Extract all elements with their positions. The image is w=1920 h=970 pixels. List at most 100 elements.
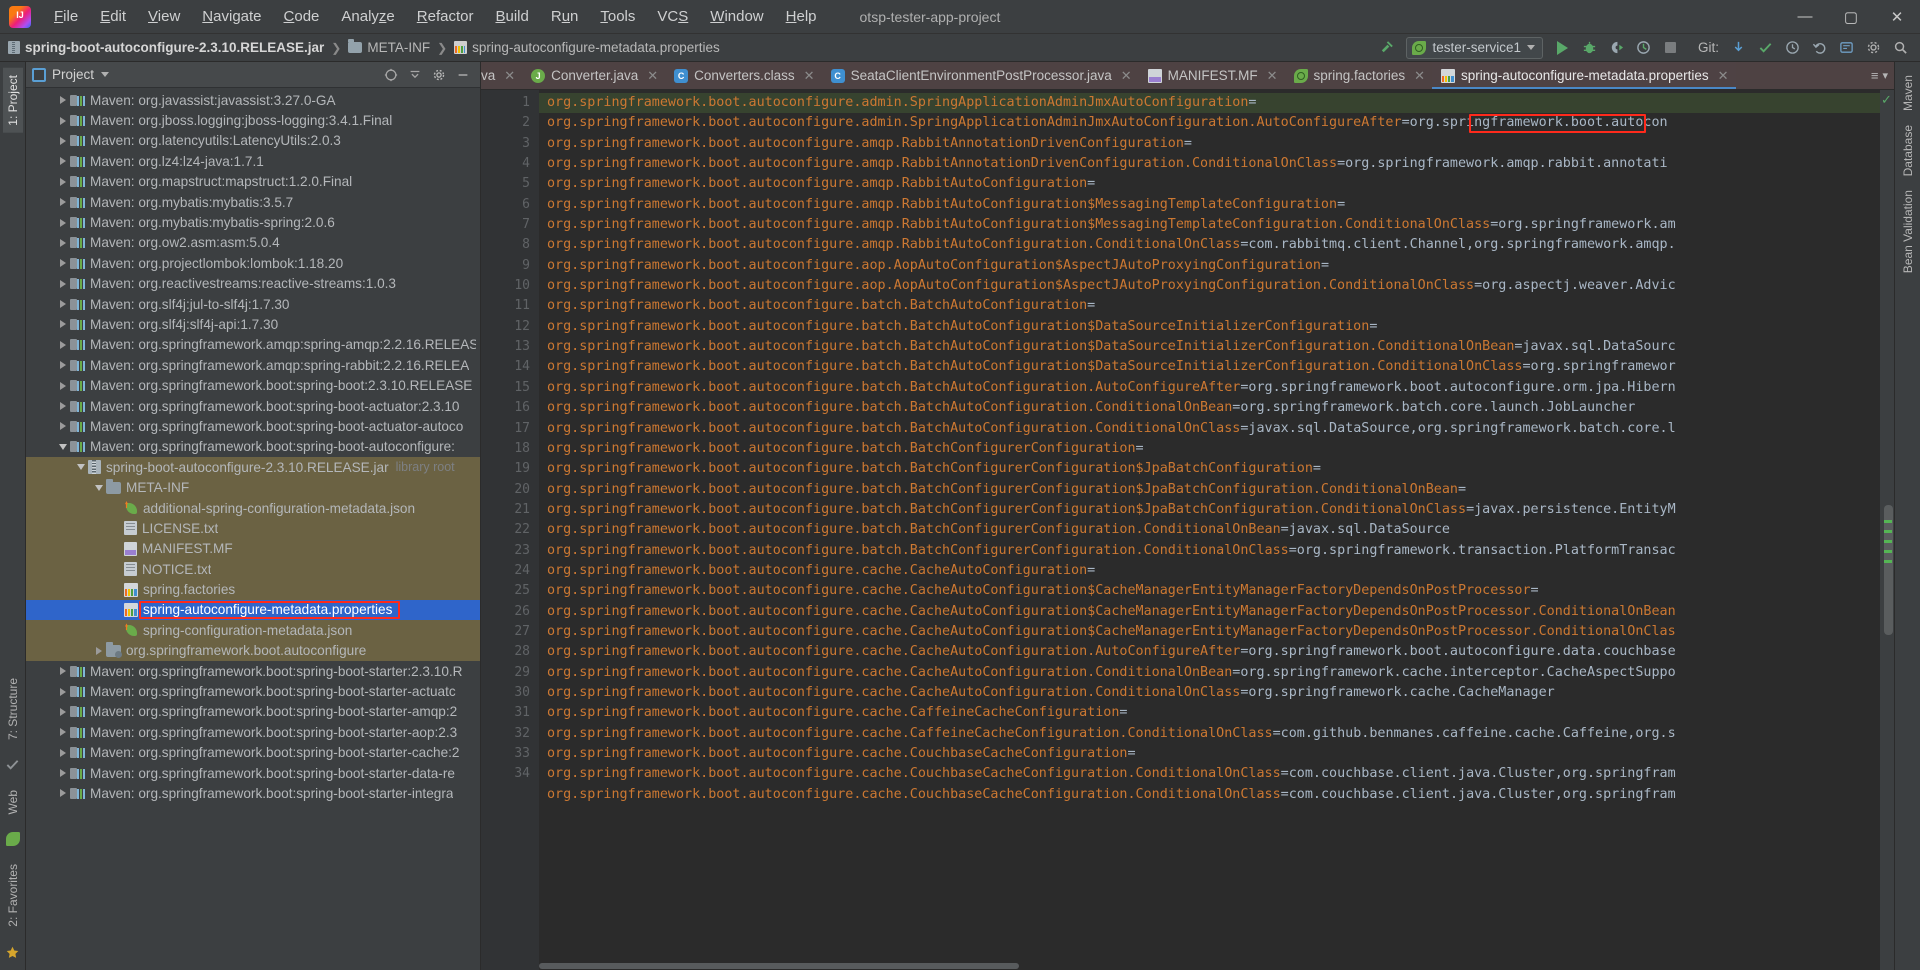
code-line[interactable]: org.springframework.boot.autoconfigure.b… [539, 296, 1880, 316]
tree-node[interactable]: spring.factories [26, 579, 480, 600]
code-line[interactable]: org.springframework.boot.autoconfigure.c… [539, 642, 1880, 662]
menu-edit[interactable]: Edit [89, 4, 137, 29]
tree-node[interactable]: Maven: org.slf4j:slf4j-api:1.7.30 [26, 314, 480, 334]
collapse-all-icon[interactable] [404, 64, 426, 86]
editor-tab[interactable]: Converter.java ✕ [522, 62, 665, 89]
breadcrumb-item-metainf[interactable]: META-INF [367, 40, 430, 55]
tree-node[interactable]: spring-autoconfigure-metadata.properties [26, 599, 480, 621]
code-line[interactable]: org.springframework.boot.autoconfigure.b… [539, 337, 1880, 357]
editor-tab[interactable]: MANIFEST.MF ✕ [1139, 62, 1285, 89]
vertical-scrollbar-thumb[interactable] [1884, 505, 1893, 635]
code-line[interactable]: org.springframework.boot.autoconfigure.a… [539, 256, 1880, 276]
chevron-right-icon[interactable] [56, 687, 70, 696]
code-line[interactable]: org.springframework.boot.autoconfigure.b… [539, 317, 1880, 337]
chevron-right-icon[interactable] [56, 361, 70, 370]
tree-node[interactable]: Maven: org.ow2.asm:asm:5.0.4 [26, 233, 480, 253]
tree-node[interactable]: spring-boot-autoconfigure-2.3.10.RELEASE… [26, 457, 480, 478]
hide-panel-icon[interactable] [452, 64, 474, 86]
tree-node[interactable]: spring-configuration-metadata.json [26, 620, 480, 641]
chevron-right-icon[interactable] [56, 279, 70, 288]
tree-node[interactable]: LICENSE.txt [26, 518, 480, 539]
code-line[interactable]: org.springframework.boot.autoconfigure.b… [539, 398, 1880, 418]
chevron-right-icon[interactable] [56, 136, 70, 145]
code-line[interactable]: org.springframework.boot.autoconfigure.c… [539, 703, 1880, 723]
settings-gear-icon[interactable] [1861, 37, 1885, 59]
chevron-right-icon[interactable] [56, 789, 70, 798]
code-line[interactable]: org.springframework.boot.autoconfigure.a… [539, 134, 1880, 154]
tree-node[interactable]: Maven: org.springframework.boot:spring-b… [26, 722, 480, 742]
chevron-down-icon[interactable] [92, 484, 106, 491]
chevron-right-icon[interactable] [56, 157, 70, 166]
close-icon[interactable]: ✕ [1414, 68, 1425, 84]
code-line[interactable]: org.springframework.boot.autoconfigure.a… [539, 93, 1880, 114]
spring-rail-icon[interactable] [3, 829, 23, 849]
commit-rail-icon[interactable] [3, 755, 23, 775]
tree-node[interactable]: Maven: org.mybatis:mybatis-spring:2.0.6 [26, 212, 480, 232]
tab-list-icon[interactable]: ≡ [1871, 68, 1879, 83]
code-line[interactable]: org.springframework.boot.autoconfigure.b… [539, 419, 1880, 439]
chevron-right-icon[interactable] [56, 198, 70, 207]
code-line[interactable]: org.springframework.boot.autoconfigure.c… [539, 663, 1880, 683]
code-editor[interactable]: 1 2 3 4 5 6 7 8 9 10 11 12 13 14 15 16 17 18 19 20 21 22 23 24 2… [481, 90, 1894, 970]
stop-button[interactable] [1659, 37, 1683, 59]
breadcrumb-item-jar[interactable]: spring-boot-autoconfigure-2.3.10.RELEASE… [25, 40, 324, 55]
menu-window[interactable]: Window [699, 4, 774, 29]
menu-code[interactable]: Code [273, 4, 331, 29]
menu-vcs[interactable]: VCS [646, 4, 699, 29]
horizontal-scrollbar-thumb[interactable] [539, 963, 1019, 969]
code-line[interactable]: org.springframework.boot.autoconfigure.a… [539, 215, 1880, 235]
breadcrumb-item-file[interactable]: spring-autoconfigure-metadata.properties [472, 40, 720, 55]
tree-node[interactable]: Maven: org.slf4j:jul-to-slf4j:1.7.30 [26, 294, 480, 314]
editor-tab-bar[interactable]: va✕Converter.java✕Converters.class✕Seata… [481, 62, 1894, 90]
chevron-right-icon[interactable] [56, 259, 70, 268]
chevron-right-icon[interactable] [56, 728, 70, 737]
menu-run[interactable]: Run [540, 4, 590, 29]
menu-navigate[interactable]: Navigate [191, 4, 272, 29]
tree-node[interactable]: META-INF [26, 477, 480, 498]
editor-tab[interactable]: spring-autoconfigure-metadata.properties… [1431, 62, 1736, 89]
close-icon[interactable]: ✕ [647, 68, 658, 84]
editor-tab[interactable]: SeataClientEnvironmentPostProcessor.java… [822, 62, 1139, 89]
search-icon[interactable] [1888, 37, 1912, 59]
git-rollback-icon[interactable] [1807, 37, 1831, 59]
tree-node[interactable]: Maven: org.springframework.boot:spring-b… [26, 743, 480, 763]
tree-node[interactable]: Maven: org.mybatis:mybatis:3.5.7 [26, 192, 480, 212]
chevron-right-icon[interactable] [56, 320, 70, 329]
code-line[interactable]: org.springframework.boot.autoconfigure.c… [539, 724, 1880, 744]
chevron-right-icon[interactable] [56, 402, 70, 411]
code-line[interactable]: org.springframework.boot.autoconfigure.a… [539, 195, 1880, 215]
sidebar-item-maven[interactable]: Maven [1898, 68, 1918, 118]
close-icon[interactable]: ✕ [1267, 68, 1278, 84]
code-line[interactable]: org.springframework.boot.autoconfigure.c… [539, 581, 1880, 601]
tree-node[interactable]: Maven: org.mapstruct:mapstruct:1.2.0.Fin… [26, 172, 480, 192]
close-icon[interactable]: ✕ [504, 68, 515, 84]
menu-view[interactable]: View [137, 4, 191, 29]
chevron-right-icon[interactable] [56, 340, 70, 349]
chevron-right-icon[interactable] [56, 96, 70, 105]
tree-node[interactable]: additional-spring-configuration-metadata… [26, 497, 480, 519]
chevron-right-icon[interactable] [56, 177, 70, 186]
chevron-right-icon[interactable] [56, 769, 70, 778]
project-tree[interactable]: Maven: org.javassist:javassist:3.27.0-GA… [26, 88, 480, 970]
chevron-right-icon[interactable] [56, 707, 70, 716]
code-line[interactable]: org.springframework.boot.autoconfigure.a… [539, 113, 1880, 133]
code-line[interactable]: org.springframework.boot.autoconfigure.a… [539, 154, 1880, 174]
editor-tab[interactable]: Converters.class ✕ [665, 62, 821, 89]
chevron-right-icon[interactable] [56, 422, 70, 431]
code-line[interactable]: org.springframework.boot.autoconfigure.b… [539, 459, 1880, 479]
chevron-down-icon[interactable] [74, 464, 88, 471]
tree-node[interactable]: Maven: org.projectlombok:lombok:1.18.20 [26, 253, 480, 273]
sidebar-item-bean-validation[interactable]: Bean Validation [1898, 183, 1918, 280]
chevron-right-icon[interactable] [56, 238, 70, 247]
chevron-down-icon[interactable]: ▾ [1882, 69, 1888, 82]
profiler-button[interactable] [1632, 37, 1656, 59]
minimize-button[interactable]: — [1782, 0, 1828, 34]
run-with-coverage-button[interactable] [1605, 37, 1629, 59]
tree-node[interactable]: Maven: org.reactivestreams:reactive-stre… [26, 274, 480, 294]
editor-tab[interactable]: va ✕ [481, 62, 522, 89]
code-line[interactable]: org.springframework.boot.autoconfigure.b… [539, 357, 1880, 377]
chevron-right-icon[interactable] [56, 300, 70, 309]
bookmark-star-icon[interactable] [3, 942, 23, 962]
tree-node[interactable]: Maven: org.springframework.boot:spring-b… [26, 763, 480, 783]
git-history-icon[interactable] [1780, 37, 1804, 59]
